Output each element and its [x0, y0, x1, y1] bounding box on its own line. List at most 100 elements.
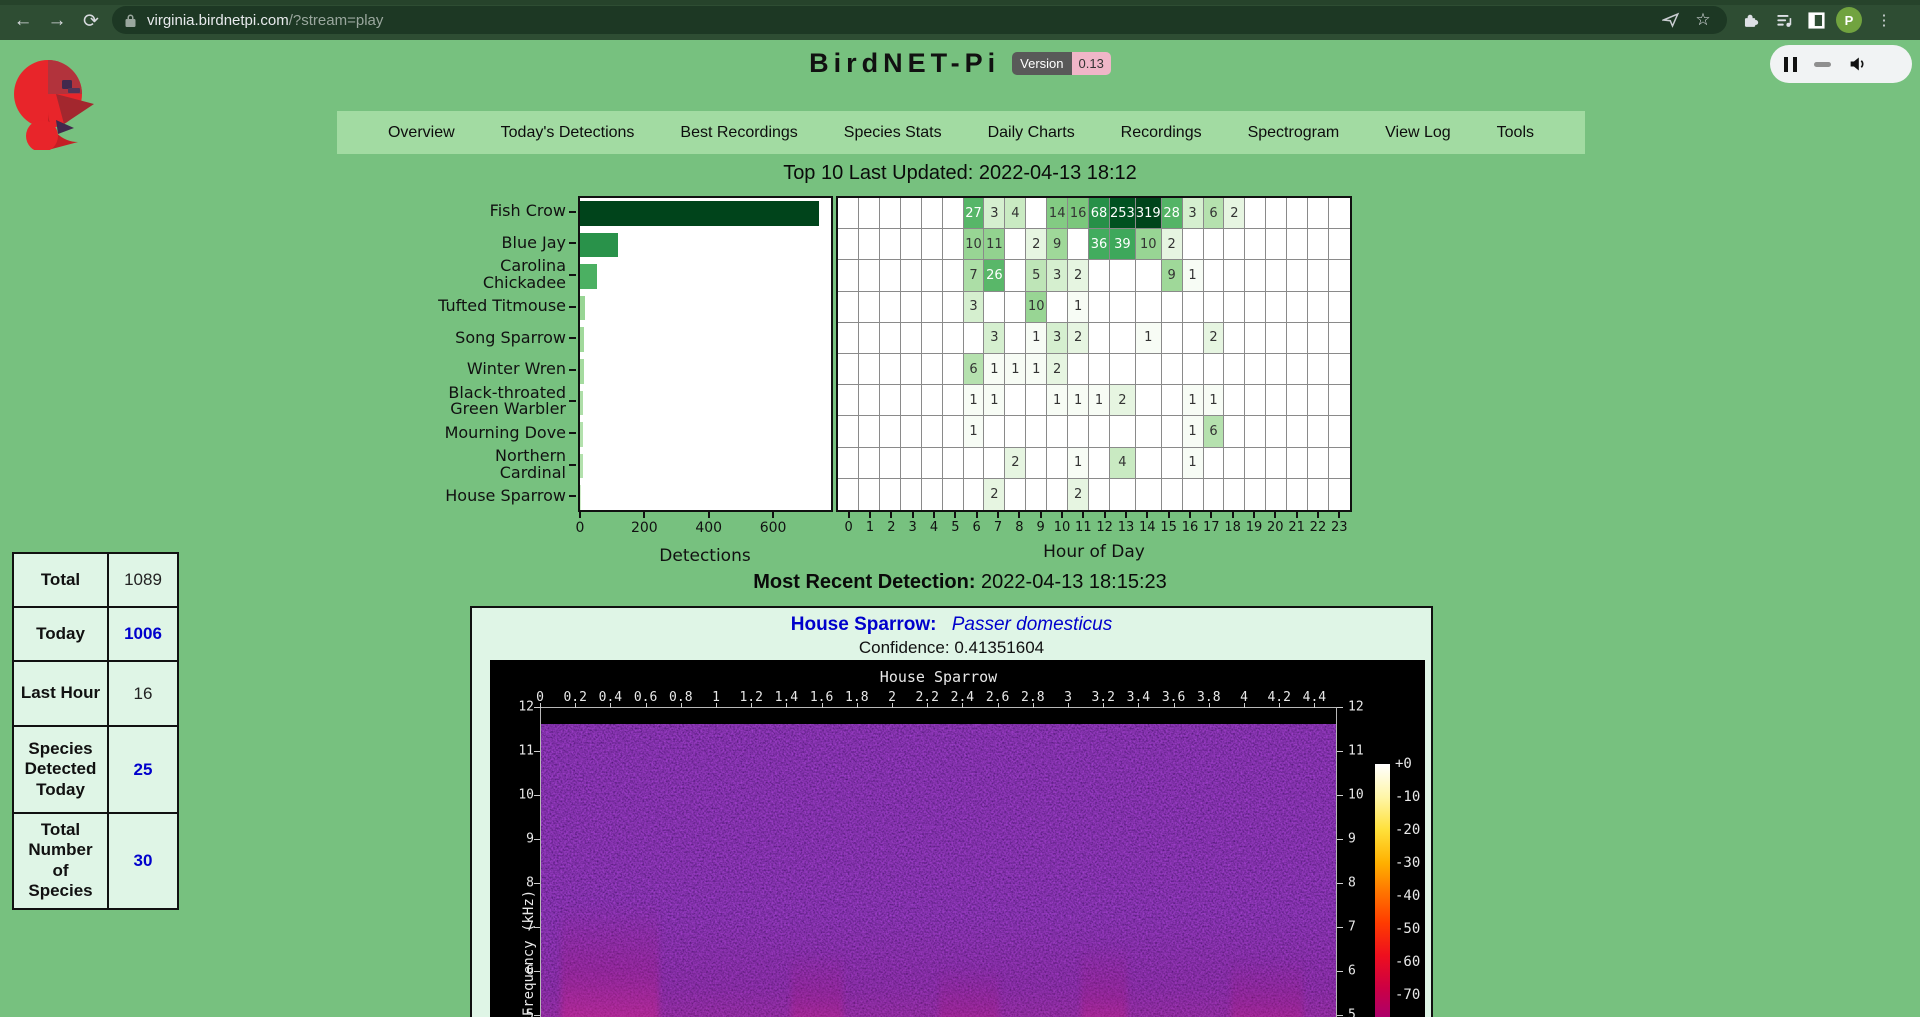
heatmap-cell — [1287, 260, 1308, 291]
heatmap-cell: 6 — [964, 354, 985, 385]
heatmap-cell — [1308, 323, 1329, 354]
heatmap-cell: 7 — [964, 260, 985, 291]
frequency-axis-label: Frequency (kHz) — [521, 890, 537, 1016]
hour-axis-ticklabel: 21 — [1288, 520, 1305, 535]
site-header: BirdNET-Pi Version 0.13 — [0, 48, 1920, 79]
nav-item-daily-charts[interactable]: Daily Charts — [988, 124, 1075, 142]
colorbar-tick-label: -60 — [1395, 954, 1420, 970]
heatmap-cell — [1110, 323, 1136, 354]
nav-item-view-log[interactable]: View Log — [1385, 124, 1451, 142]
heatmap-cell — [1287, 229, 1308, 260]
profile-avatar[interactable]: P — [1836, 7, 1862, 33]
heatmap-cell: 1 — [984, 354, 1005, 385]
heatmap-cell — [901, 198, 922, 229]
bar-axis-ticklabel: 600 — [760, 520, 787, 536]
heatmap-cell — [922, 354, 943, 385]
send-tab-icon[interactable] — [1659, 8, 1683, 32]
heatmap-cell — [1266, 416, 1287, 447]
heatmap-cell: 36 — [1089, 229, 1110, 260]
heatmap-cell — [1224, 354, 1245, 385]
most-recent-value: 2022-04-13 18:15:23 — [981, 571, 1167, 593]
time-tick-mark — [751, 703, 752, 708]
heatmap-cell — [1224, 448, 1245, 479]
reload-button[interactable]: ⟳ — [78, 8, 104, 34]
heatmap-cell: 2 — [1068, 260, 1089, 291]
heatmap-cell — [1245, 479, 1266, 510]
bar-axis-tickmark — [708, 512, 710, 518]
heatmap-cell — [1245, 354, 1266, 385]
heatmap-cell: 1 — [1183, 385, 1204, 416]
heatmap-cell — [880, 479, 901, 510]
heatmap-cell: 3 — [1047, 323, 1068, 354]
hour-axis-ticklabel: 14 — [1139, 520, 1156, 535]
species-axis-tick — [569, 400, 576, 402]
heatmap-cell — [1068, 354, 1089, 385]
back-button[interactable]: ← — [10, 8, 36, 34]
heatmap-cell — [1204, 479, 1225, 510]
heatmap-cell — [1224, 229, 1245, 260]
heatmap-cell — [984, 416, 1005, 447]
colorbar — [1375, 764, 1390, 1017]
heatmap-cell: 28 — [1162, 198, 1183, 229]
url-bar[interactable]: virginia.birdnetpi.com/?stream=play ☆ — [112, 6, 1727, 34]
bookmark-star-icon[interactable]: ☆ — [1691, 8, 1715, 32]
hour-axis-ticklabel: 18 — [1224, 520, 1241, 535]
detections-bar — [580, 391, 583, 416]
nav-item-spectrogram[interactable]: Spectrogram — [1248, 124, 1340, 142]
nav-item-tools[interactable]: Tools — [1497, 124, 1534, 142]
hour-axis-ticklabel: 20 — [1267, 520, 1284, 535]
species-axis-tick — [569, 211, 576, 213]
species-label: Tufted Titmouse — [340, 291, 566, 323]
hour-axis-tickmark — [933, 512, 935, 518]
heatmap-cell — [1287, 479, 1308, 510]
hour-axis-ticklabel: 16 — [1182, 520, 1199, 535]
heatmap-cell — [922, 323, 943, 354]
heatmap-cell — [1329, 260, 1350, 291]
extensions-puzzle-icon[interactable] — [1738, 8, 1762, 32]
species-axis-tick — [569, 432, 576, 434]
heatmap-cell: 6 — [1204, 198, 1225, 229]
hour-axis-tickmark — [976, 512, 978, 518]
media-playlist-icon[interactable] — [1772, 8, 1796, 32]
colorbar-tick-label: +0 — [1395, 756, 1412, 772]
heatmap-cell — [1089, 448, 1110, 479]
heatmap-cell — [901, 479, 922, 510]
frequency-tick-mark — [534, 883, 540, 884]
frequency-tick-mark — [534, 839, 540, 840]
heatmap-cell — [901, 354, 922, 385]
heatmap-cell — [1047, 292, 1068, 323]
nav-item-species-stats[interactable]: Species Stats — [844, 124, 942, 142]
spectrogram-streak — [1081, 944, 1127, 1017]
heatmap-cell — [1089, 292, 1110, 323]
chrome-menu-icon[interactable]: ⋮ — [1872, 8, 1896, 32]
hour-axis-tickmark — [1274, 512, 1276, 518]
colorbar-tick-label: -10 — [1395, 789, 1420, 805]
frequency-tick-mark — [1337, 751, 1343, 752]
forward-button[interactable]: → — [44, 8, 70, 34]
heatmap-cell — [1204, 354, 1225, 385]
heatmap-cell: 2 — [1224, 198, 1245, 229]
stats-value-link[interactable]: 1006 — [108, 607, 178, 661]
stats-value-link[interactable]: 25 — [108, 726, 178, 813]
side-panel-icon[interactable] — [1804, 8, 1828, 32]
hour-axis-tickmark — [848, 512, 850, 518]
heatmap-cell: 10 — [964, 229, 985, 260]
time-tick-mark — [857, 703, 858, 708]
detection-species-link[interactable]: House Sparrow: Passer domesticus — [472, 614, 1431, 636]
nav-item-overview[interactable]: Overview — [388, 124, 455, 142]
species-axis-tick — [569, 242, 576, 244]
detections-bar — [580, 454, 583, 479]
heatmap-cell — [1089, 416, 1110, 447]
hour-axis-ticklabel: 5 — [951, 520, 959, 535]
heatmap-cell — [1183, 323, 1204, 354]
stats-value-link[interactable]: 30 — [108, 813, 178, 909]
nav-item-today-s-detections[interactable]: Today's Detections — [501, 124, 635, 142]
time-tick-mark — [646, 703, 647, 708]
heatmap-cell — [1110, 292, 1136, 323]
frequency-tick-mark — [1337, 883, 1343, 884]
nav-item-best-recordings[interactable]: Best Recordings — [680, 124, 797, 142]
spectrogram-streak — [1231, 958, 1303, 1017]
heatmap-cell — [859, 292, 880, 323]
nav-item-recordings[interactable]: Recordings — [1121, 124, 1202, 142]
heatmap-cell — [1026, 198, 1047, 229]
